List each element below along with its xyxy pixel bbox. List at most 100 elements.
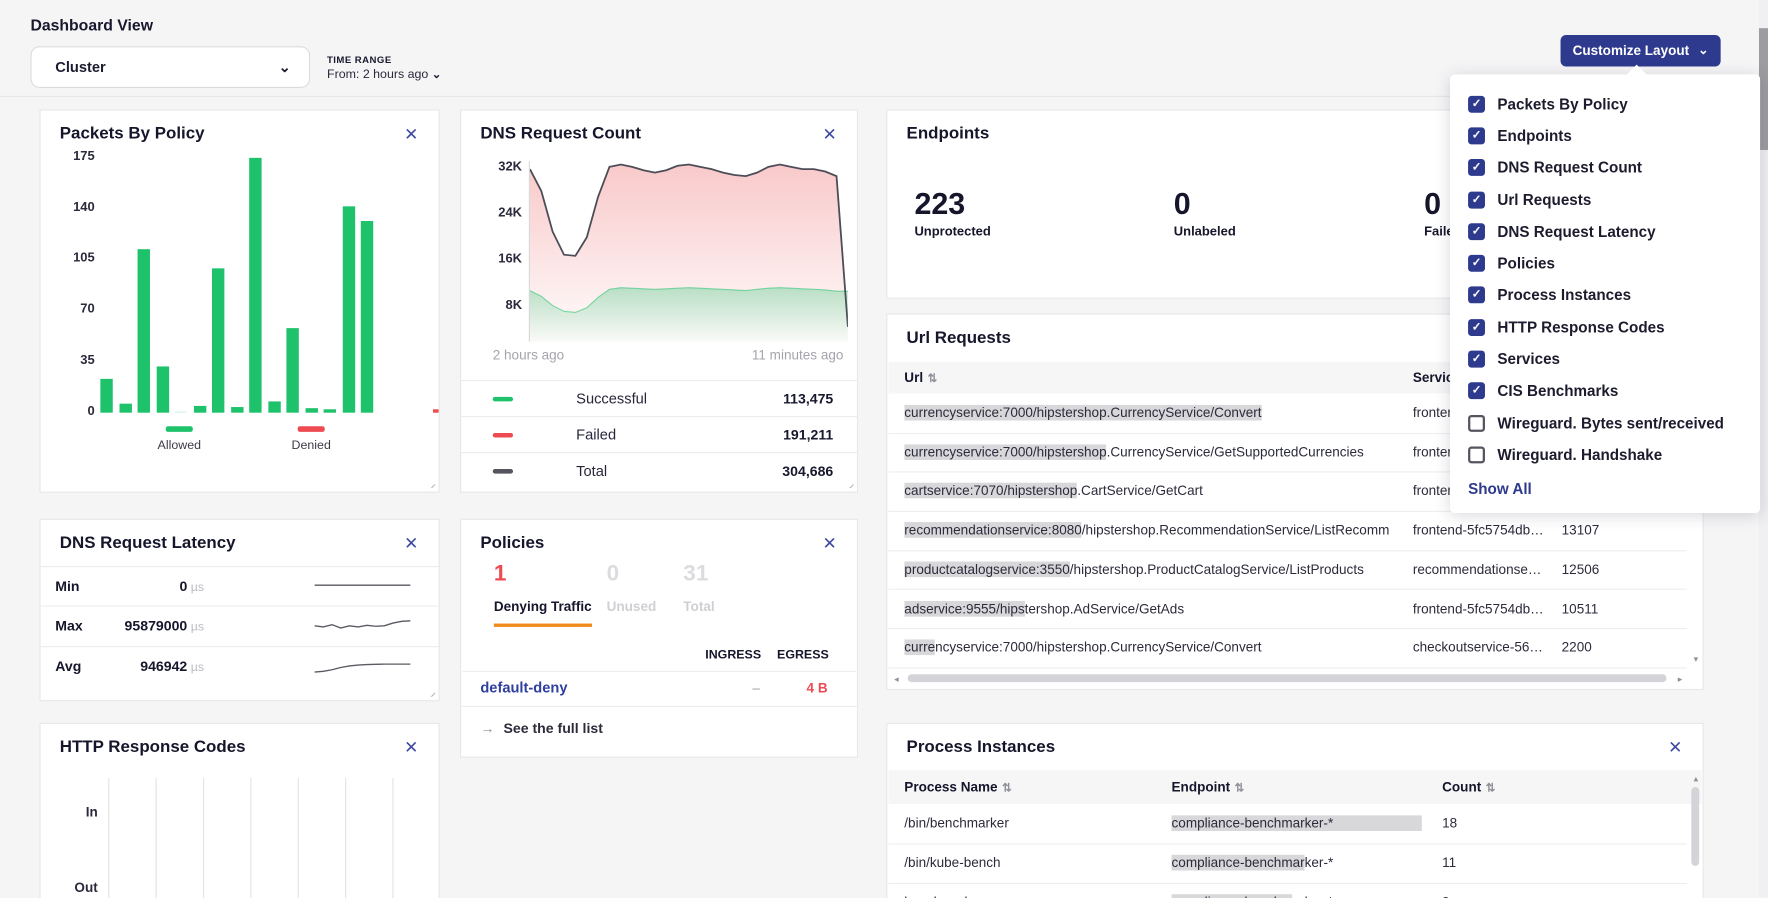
- egress-value: 4 B: [760, 680, 828, 696]
- legend-swatch: [493, 432, 513, 437]
- close-icon[interactable]: ✕: [404, 536, 418, 553]
- close-icon[interactable]: ✕: [822, 126, 836, 143]
- table-row[interactable]: currencyservice:7000/hipstershop.Currenc…: [889, 628, 1687, 668]
- checkbox-checked-icon[interactable]: ✓: [1468, 159, 1485, 176]
- vertical-scrollbar-thumb[interactable]: [1691, 787, 1699, 866]
- column-header-url[interactable]: Url⇅: [904, 370, 937, 386]
- menu-item-dns-request-latency[interactable]: ✓DNS Request Latency: [1450, 216, 1760, 248]
- table-row[interactable]: adservice:9555/hipstershop.AdService/Get…: [889, 589, 1687, 629]
- column-header-process-name[interactable]: Process Name⇅: [904, 779, 1011, 795]
- policy-tab-total[interactable]: 31Total: [683, 563, 714, 615]
- scroll-left-icon[interactable]: ◂: [894, 675, 899, 684]
- y-tick-label: 0: [56, 405, 94, 419]
- menu-item-http-response-codes[interactable]: ✓HTTP Response Codes: [1450, 311, 1760, 343]
- menu-item-cis-benchmarks[interactable]: ✓CIS Benchmarks: [1450, 375, 1760, 407]
- arrow-right-icon: →: [480, 721, 494, 737]
- column-header-count[interactable]: Count⇅: [1442, 779, 1495, 795]
- card-title: DNS Request Count: [480, 124, 641, 143]
- scroll-down-icon[interactable]: ▾: [1694, 655, 1699, 664]
- horizontal-scrollbar-thumb[interactable]: [908, 674, 1667, 682]
- y-tick-label: 105: [56, 251, 94, 265]
- sort-icon[interactable]: ⇅: [1002, 783, 1011, 795]
- stat-value: 223: [914, 189, 990, 219]
- table-row[interactable]: productcatalogservice:3550/hipstershop.P…: [889, 550, 1687, 590]
- resize-handle[interactable]: [425, 478, 435, 488]
- allowed-bar: [119, 404, 131, 413]
- time-range: TIME RANGE From: 2 hours ago ⌄: [327, 54, 441, 81]
- latency-unit: µs: [187, 581, 204, 595]
- legend-row-total: Total304,686: [461, 452, 858, 488]
- endpoint-text: ker-*: [1305, 855, 1334, 871]
- resize-handle[interactable]: [425, 687, 435, 697]
- checkbox-checked-icon[interactable]: ✓: [1468, 191, 1485, 208]
- checkbox-checked-icon[interactable]: ✓: [1468, 351, 1485, 368]
- menu-item-services[interactable]: ✓Services: [1450, 343, 1760, 375]
- table-row[interactable]: benchmarkercompliance-benchmarker-*9: [889, 883, 1687, 898]
- checkbox-unchecked-icon[interactable]: [1468, 414, 1485, 431]
- scroll-up-icon[interactable]: ▴: [1694, 775, 1699, 784]
- legend-value: 304,686: [782, 463, 833, 479]
- checkbox-checked-icon[interactable]: ✓: [1468, 287, 1485, 304]
- allowed-bar: [249, 158, 261, 413]
- scroll-right-icon[interactable]: ▸: [1678, 675, 1683, 684]
- policy-tab-unused[interactable]: 0Unused: [607, 563, 657, 615]
- url-cell: adservice:9555/hipstershop.AdService/Get…: [904, 600, 1406, 616]
- menu-item-packets-by-policy[interactable]: ✓Packets By Policy: [1450, 88, 1760, 120]
- tab-value: 0: [607, 563, 657, 586]
- page-scrollbar-thumb[interactable]: [1759, 28, 1768, 150]
- grid-line: [250, 778, 251, 898]
- tab-value: 31: [683, 563, 714, 586]
- close-icon[interactable]: ✕: [404, 126, 418, 143]
- active-tab-underline: [494, 624, 592, 627]
- menu-item-process-instances[interactable]: ✓ Process Instances: [1450, 279, 1760, 311]
- menu-item-url-requests[interactable]: ✓Url Requests: [1450, 184, 1760, 216]
- checkbox-checked-icon[interactable]: ✓: [1468, 223, 1485, 240]
- url-highlighted-text: currencyservice:7000/hipstershop.Currenc…: [904, 405, 1261, 421]
- table-row[interactable]: recommendationservice:8080/hipstershop.R…: [889, 511, 1687, 551]
- latency-label: Min: [55, 578, 79, 594]
- close-icon[interactable]: ✕: [822, 536, 836, 553]
- menu-item-endpoints[interactable]: ✓Endpoints: [1450, 120, 1760, 152]
- see-full-list-link[interactable]: →See the full list: [480, 721, 603, 737]
- table-row[interactable]: /bin/benchmarkercompliance-benchmarker-*…: [889, 804, 1687, 845]
- legend-label: Successful: [576, 390, 783, 407]
- sort-icon[interactable]: ⇅: [1235, 783, 1244, 795]
- menu-item-dns-request-count[interactable]: ✓DNS Request Count: [1450, 152, 1760, 184]
- checkbox-unchecked-icon[interactable]: [1468, 446, 1485, 463]
- checkbox-checked-icon[interactable]: ✓: [1468, 319, 1485, 336]
- chevron-down-icon: ⌄: [432, 69, 441, 81]
- close-icon[interactable]: ✕: [404, 740, 418, 757]
- menu-item-policies[interactable]: ✓Policies: [1450, 247, 1760, 279]
- table-row[interactable]: /bin/kube-benchcompliance-benchmarker-*1…: [889, 843, 1687, 884]
- sort-icon[interactable]: ⇅: [928, 373, 937, 385]
- card-title: Endpoints: [907, 124, 990, 143]
- checkbox-checked-icon[interactable]: ✓: [1468, 95, 1485, 112]
- menu-item-wireguard-handshake[interactable]: Wireguard. Handshake: [1450, 439, 1760, 471]
- policy-link-default-deny[interactable]: default-deny: [480, 679, 567, 696]
- policy-tab-denying-traffic[interactable]: 1Denying Traffic: [494, 563, 592, 627]
- chart-legend: Successful113,475Failed191,211Total304,6…: [461, 380, 858, 488]
- column-header-endpoint[interactable]: Endpoint⇅: [1172, 779, 1245, 795]
- checkbox-checked-icon[interactable]: ✓: [1468, 383, 1485, 400]
- menu-item-label: Process Instances: [1497, 287, 1631, 304]
- process-name-cell: /bin/kube-bench: [904, 855, 1163, 871]
- sort-icon[interactable]: ⇅: [1486, 783, 1495, 795]
- view-select[interactable]: Cluster ⌄: [30, 46, 310, 88]
- count-cell: 11: [1442, 855, 1510, 871]
- show-all-link[interactable]: Show All: [1450, 471, 1760, 497]
- time-range-value[interactable]: From: 2 hours ago ⌄: [327, 68, 441, 82]
- checkbox-checked-icon[interactable]: ✓: [1468, 255, 1485, 272]
- allowed-bar: [324, 410, 336, 413]
- customize-layout-button[interactable]: Customize Layout ⌄: [1561, 35, 1721, 67]
- sparkline: [315, 573, 411, 600]
- url-cell: productcatalogservice:3550/hipstershop.P…: [904, 561, 1406, 577]
- latency-value: 95879000 µs: [103, 618, 204, 634]
- legend-label: Failed: [576, 426, 783, 443]
- grid-line: [203, 778, 204, 898]
- close-icon[interactable]: ✕: [1668, 740, 1682, 757]
- checkbox-checked-icon[interactable]: ✓: [1468, 127, 1485, 144]
- legend-label: Allowed: [140, 439, 219, 453]
- menu-item-wireguard-bytes-sent-received[interactable]: Wireguard. Bytes sent/received: [1450, 407, 1760, 439]
- service-cell: frontend-5fc5754db…: [1413, 600, 1554, 616]
- stat-label: Unprotected: [914, 226, 990, 240]
